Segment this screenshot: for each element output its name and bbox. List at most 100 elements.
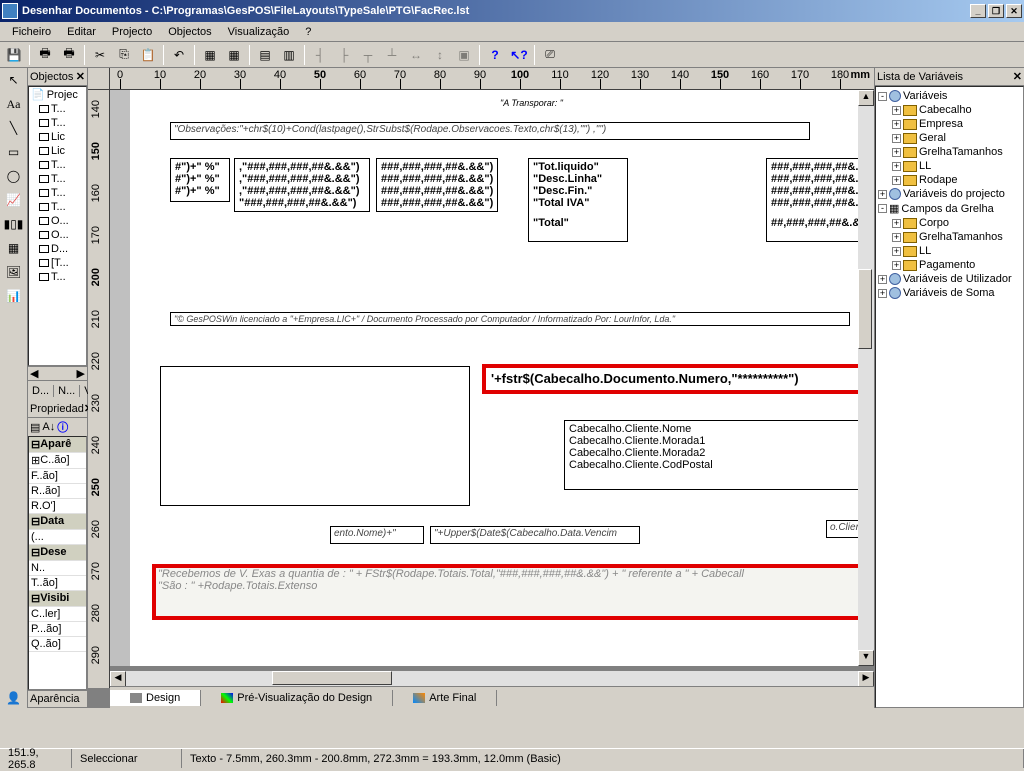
image-tool[interactable]: 🖼 [3,262,25,282]
text-cliente-n[interactable]: o.Cliente.N [826,520,858,538]
objects-list[interactable]: 📄Projec T... T... Lic Lic T... T... T...… [28,86,87,366]
tab-preview[interactable]: Pré-Visualização do Design [201,690,393,706]
properties-grid[interactable]: ⊟Aparê ⊞C..ão] F..ão] R..ão] R.O'] ⊟Data… [28,436,87,690]
vertical-scrollbar[interactable]: ▲ ▼ [858,90,874,666]
box-cliente[interactable]: Cabecalho.Cliente.Nome Cabecalho.Cliente… [564,420,858,490]
prop-tool-2[interactable]: A↓ [42,421,55,433]
horizontal-ruler: mm 0102030405060708090100110120130140150… [110,68,874,90]
close-button[interactable]: ✕ [1006,4,1022,18]
exit-button[interactable]: ⎚ [539,44,561,66]
rect-tool[interactable]: ▭ [3,142,25,162]
align-b-button[interactable]: ┴ [381,44,403,66]
user-icon[interactable]: 👤 [3,688,25,708]
list-item[interactable]: T... [29,270,86,284]
list-item[interactable]: D... [29,242,86,256]
table-tool[interactable]: ▦ [3,238,25,258]
variables-panel-title: Lista de Variáveis [877,71,963,83]
appearance-footer: Aparência [28,690,87,708]
text-doc-numero[interactable]: '+fstr$(Cabecalho.Documento.Numero,"****… [484,366,858,392]
prop-tool-1[interactable]: ▤ [30,421,40,434]
list-item[interactable]: T... [29,116,86,130]
context-help-button[interactable]: ↖? [508,44,530,66]
tool-a-button[interactable]: ▦ [199,44,221,66]
box-fmt3[interactable]: ###,###,###,##&.&&") ###,###,###,##&.&&"… [766,158,858,242]
print-button[interactable]: 🖶 [34,44,56,66]
bar-chart-tool[interactable]: 📊 [3,286,25,306]
box-fmt2[interactable]: ###,###,###,##&.&&") ###,###,###,##&.&&"… [376,158,498,212]
menu-view[interactable]: Visualização [220,26,298,38]
tab-n[interactable]: N... [54,385,80,397]
list-item[interactable]: [T... [29,256,86,270]
tab-d[interactable]: D... [28,385,54,397]
box-totals-labels[interactable]: "Tot.liquido" "Desc.Linha" "Desc.Fin." "… [528,158,628,242]
status-info: Texto - 7.5mm, 260.3mm - 200.8mm, 272.3m… [182,749,1024,768]
box-percent[interactable]: #")+" %" #")+" %" #")+" %" [170,158,230,202]
tab-final[interactable]: Arte Final [393,690,497,706]
align-t-button[interactable]: ┬ [357,44,379,66]
line-tool[interactable]: ╲ [3,118,25,138]
paste-button[interactable]: 📋 [137,44,159,66]
text-license[interactable]: "© GesPOSWin licenciado a "+Empresa.LIC+… [170,312,850,326]
list-item[interactable]: O... [29,228,86,242]
variables-tree[interactable]: -Variáveis +Cabecalho +Empresa +Geral +G… [875,86,1024,708]
text-tool[interactable]: Aa [3,94,25,114]
tool-b-button[interactable]: ▦ [223,44,245,66]
horizontal-scrollbar[interactable]: ◀ ▶ [110,670,874,686]
menu-objects[interactable]: Objectos [160,26,219,38]
dist-h-button[interactable]: ↔ [405,44,427,66]
list-item[interactable]: T... [29,200,86,214]
variables-panel-close[interactable]: ✕ [1013,70,1022,83]
view-tabs: Design Pré-Visualização do Design Arte F… [110,686,874,708]
align-r-button[interactable]: ├ [333,44,355,66]
minimize-button[interactable]: _ [970,4,986,18]
restore-button[interactable]: ❐ [988,4,1004,18]
scroll-thumb-v[interactable] [858,269,872,349]
box-fmt1[interactable]: ,"###,###,###,##&.&&") ,"###,###,###,##&… [234,158,370,212]
cut-button[interactable]: ✂ [89,44,111,66]
group-button[interactable]: ▣ [453,44,475,66]
prop-tool-3[interactable]: ⓘ [57,419,68,435]
menu-edit[interactable]: Editar [59,26,104,38]
print2-button[interactable]: 🖶 [58,44,80,66]
list-item[interactable]: Lic [29,144,86,158]
pointer-tool[interactable]: ↖ [3,70,25,90]
ellipse-tool[interactable]: ◯ [3,166,25,186]
text-ento-nome[interactable]: ento.Nome)+" [330,526,424,544]
menu-help[interactable]: ? [297,26,319,38]
chart-tool[interactable]: 📈 [3,190,25,210]
objects-panel-close[interactable]: ✕ [76,70,85,83]
list-item[interactable]: T... [29,102,86,116]
list-item[interactable]: Lic [29,130,86,144]
list-item[interactable]: T... [29,158,86,172]
text-recebemos-selected[interactable]: "Recebemos de V. Exas a quantia de : " +… [154,566,858,618]
tab-design[interactable]: Design [110,690,201,706]
scroll-up-button[interactable]: ▲ [858,90,874,106]
scroll-thumb-h[interactable] [272,671,392,685]
empty-box[interactable] [160,366,470,506]
text-data-vencim[interactable]: "+Upper$(Date$(Cabecalho.Data.Vencim [430,526,640,544]
undo-button[interactable]: ↶ [168,44,190,66]
dist-v-button[interactable]: ↕ [429,44,451,66]
list-item[interactable]: O... [29,214,86,228]
objects-root[interactable]: 📄Projec [29,87,86,102]
status-coords: 151.9, 265.8 [0,749,72,768]
align-l-button[interactable]: ┤ [309,44,331,66]
menu-file[interactable]: Ficheiro [4,26,59,38]
objects-panel-header: Objectos ✕ [28,68,87,86]
tool-d-button[interactable]: ▥ [278,44,300,66]
barcode-tool[interactable]: ▮▯▮ [3,214,25,234]
list-item[interactable]: T... [29,172,86,186]
copy-button[interactable]: ⎘ [113,44,135,66]
help-button[interactable]: ? [484,44,506,66]
design-canvas[interactable]: "A Transporar: " FStr$(@Tra "Observações… [110,90,858,666]
ruler-unit: mm [850,69,870,81]
list-item[interactable]: T... [29,186,86,200]
scroll-left-button[interactable]: ◀ [110,671,126,687]
text-transponer[interactable]: "A Transporar: " [500,98,563,108]
tool-c-button[interactable]: ▤ [254,44,276,66]
scroll-down-button[interactable]: ▼ [858,650,874,666]
text-observacoes[interactable]: "Observações:"+chr$(10)+Cond(lastpage(),… [170,122,810,140]
scroll-right-button[interactable]: ▶ [858,671,874,687]
save-button[interactable]: 💾 [3,44,25,66]
menu-project[interactable]: Projecto [104,26,160,38]
